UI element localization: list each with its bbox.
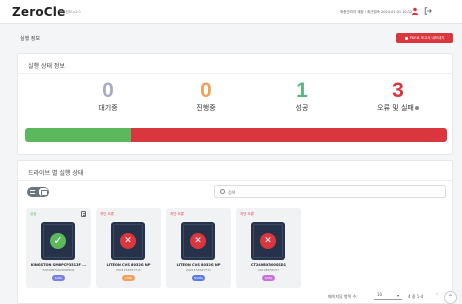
help-icon[interactable] xyxy=(414,106,419,110)
error-x-icon: ✕ xyxy=(190,233,206,249)
drive-interface-tag: NVMe xyxy=(192,275,205,281)
stat-error: 3 오류 및 실패 xyxy=(358,80,438,113)
stat-in-progress-value: 0 xyxy=(200,79,212,102)
stat-error-label-wrap: 오류 및 실패 xyxy=(358,103,438,113)
status-progress-bar xyxy=(25,128,447,142)
search-icon xyxy=(220,189,225,194)
page-range: 4 중 1-4 xyxy=(408,294,424,299)
check-icon: ✓ xyxy=(50,233,66,249)
drive-status-card: 드라이브 별 실행 상태 성공 ✓ KINGSTON SM8PCP3512F .… xyxy=(17,160,453,304)
stat-waiting: 0 대기중 xyxy=(68,80,148,113)
drive-search[interactable] xyxy=(214,185,446,198)
drive-model: CT240BX500SSD1 xyxy=(250,263,287,267)
drive-card[interactable]: 지단 오류 ✕ CT240BX500SSD1 2012E4F8C57 SATA xyxy=(236,208,301,288)
execution-status-card: 실행 상태 정보 0 대기중 0 진행중 1 성공 3 오류 및 실패 xyxy=(17,53,453,155)
top-bar: ZeroCle 버전정보 v2.0 최종관리자 계정 / 최근접속 2024.0… xyxy=(0,0,462,24)
divider xyxy=(18,73,452,74)
drive-serial: 0021153627711 xyxy=(186,268,211,272)
per-page-select[interactable]: 10 ▾ xyxy=(374,292,402,300)
progress-success-segment xyxy=(25,128,131,142)
divider xyxy=(18,180,452,181)
stat-waiting-label: 대기중 xyxy=(98,104,118,112)
grid-view-icon[interactable] xyxy=(39,188,48,196)
drive-interface-tag: SATA xyxy=(262,275,275,281)
drive-serial: 0021153627711 xyxy=(116,268,141,272)
drive-interface-tag: USB xyxy=(122,275,135,281)
app-logo[interactable]: ZeroCle xyxy=(12,5,65,19)
pdf-export-label: PDF로 보고서 내보내기 xyxy=(409,35,445,40)
stat-error-value: 3 xyxy=(392,79,404,102)
download-icon xyxy=(404,36,408,40)
drive-image: ✕ xyxy=(251,222,285,260)
search-input[interactable] xyxy=(228,187,438,197)
drive-card-title: 드라이브 별 실행 상태 xyxy=(28,170,84,177)
user-icon[interactable] xyxy=(411,7,419,15)
stat-in-progress-label: 진행중 xyxy=(196,104,216,112)
stat-success: 1 성공 xyxy=(262,80,342,113)
error-x-icon: ✕ xyxy=(260,233,276,249)
drive-serial: 2012E4F8C57 xyxy=(258,268,279,272)
drive-card[interactable]: 지단 오류 ✕ LITEON CVS 8032G NP 002115362771… xyxy=(96,208,161,288)
progress-fail-segment xyxy=(130,128,447,142)
drive-interface-tag: SATA xyxy=(52,275,65,281)
drive-status-text: 지단 오류 xyxy=(170,212,184,216)
drive-model: LITEON CVS 8032G NP xyxy=(176,263,221,267)
stat-in-progress: 0 진행중 xyxy=(166,80,246,113)
drive-model: LITEON CVS 8032G NP xyxy=(106,263,151,267)
drive-card[interactable]: 성공 ✓ KINGSTON SM8PCP3512F ... 50026B7682… xyxy=(26,208,91,288)
logout-icon[interactable] xyxy=(424,7,432,15)
view-toggle[interactable] xyxy=(27,187,49,197)
drive-status-text: 지단 오류 xyxy=(240,212,254,216)
scroll-top-button[interactable]: ⌃ xyxy=(444,291,457,304)
stat-waiting-value: 0 xyxy=(102,79,114,102)
per-page-value: 10 xyxy=(377,292,383,297)
per-page-label: 페이지당 항목 수: xyxy=(328,294,358,299)
user-info: 최종관리자 계정 / 최근접속 2024.01.01 10:12 xyxy=(340,10,413,14)
drive-status-text: 성공 xyxy=(30,212,37,216)
stat-success-label: 성공 xyxy=(295,104,309,112)
chevron-down-icon: ▾ xyxy=(396,293,399,298)
page-title: 실행 정보 xyxy=(20,36,40,42)
drive-image: ✓ xyxy=(41,222,75,260)
drive-image: ✕ xyxy=(181,222,215,260)
error-x-icon: ✕ xyxy=(120,233,136,249)
pdf-export-button[interactable]: PDF로 보고서 내보내기 xyxy=(396,33,453,43)
report-doc-icon[interactable] xyxy=(81,211,86,217)
stat-success-value: 1 xyxy=(296,79,308,102)
version-info: 버전정보 v2.0 xyxy=(59,10,81,14)
drive-status-text: 지단 오류 xyxy=(100,212,114,216)
drive-serial: 50026B7682D0D9D0 xyxy=(42,268,75,272)
status-card-title: 실행 상태 정보 xyxy=(28,63,65,70)
drive-model: KINGSTON SM8PCP3512F ... xyxy=(30,263,87,267)
list-view-icon[interactable] xyxy=(30,190,35,194)
prev-page-button[interactable]: ‹ xyxy=(432,290,442,300)
stat-error-label: 오류 및 실패 xyxy=(377,104,414,112)
drive-card[interactable]: 지단 오류 ✕ LITEON CVS 8032G NP 002115362771… xyxy=(166,208,231,288)
drive-image: ✕ xyxy=(111,222,145,260)
